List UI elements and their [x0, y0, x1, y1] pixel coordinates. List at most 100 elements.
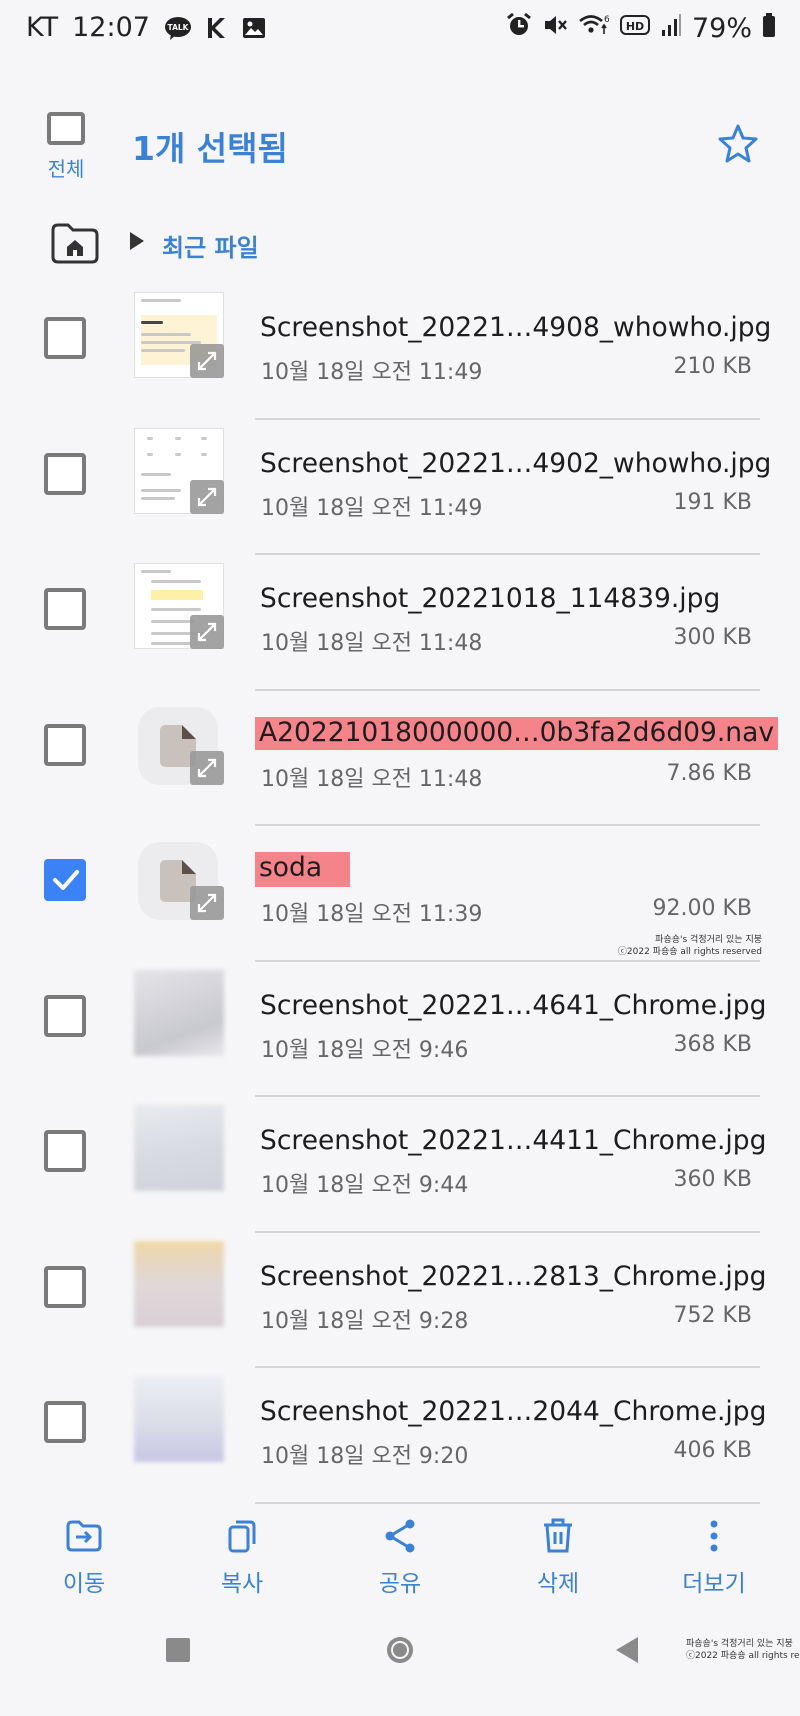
share-label: 공유	[378, 1571, 422, 1597]
select-all-label: 전체	[47, 157, 85, 181]
file-size: 210 KB	[673, 354, 752, 379]
file-size: 368 KB	[673, 1031, 752, 1057]
move-icon	[66, 1520, 102, 1552]
file-size: 360 KB	[673, 1167, 752, 1192]
kakaotalk-icon: TALK	[164, 15, 192, 41]
expand-preview-icon[interactable]	[190, 344, 224, 378]
more-button[interactable]: 더보기	[664, 1516, 764, 1598]
delete-button[interactable]: 삭제	[508, 1516, 608, 1598]
status-bar: KT 12:07 TALK 6 HD 79%	[0, 0, 800, 60]
watermark-line1: 파숑숑's 걱정거리 있는 지붕	[686, 1639, 793, 1649]
watermark-line1: 파숑숑's 걱정거리 있는 지붕	[655, 935, 762, 945]
copy-icon	[228, 1520, 256, 1553]
file-row[interactable]: Screenshot_20221…2813_Chrome.jpg 10월 18일…	[0, 1233, 800, 1368]
trash-icon	[544, 1518, 572, 1553]
file-row[interactable]: Screenshot_20221…4908_whowho.jpg 10월 18일…	[0, 284, 800, 420]
file-size: 92.00 KB	[652, 896, 753, 921]
clock: 12:07	[72, 12, 150, 43]
file-size: 406 KB	[673, 1438, 752, 1463]
file-row[interactable]: Screenshot_20221…4411_Chrome.jpg 10월 18일…	[0, 1097, 800, 1233]
file-checkbox[interactable]	[44, 588, 86, 630]
battery-icon	[762, 12, 776, 45]
share-button[interactable]: 공유	[350, 1516, 450, 1598]
recents-button[interactable]	[164, 1636, 192, 1668]
selected-count-title: 1개 선택됨	[132, 129, 288, 168]
file-thumbnail-blurred[interactable]	[134, 1105, 224, 1191]
expand-preview-icon[interactable]	[190, 615, 224, 649]
k-app-icon	[206, 16, 228, 40]
breadcrumb-arrow-icon	[128, 230, 146, 252]
move-button[interactable]: 이동	[34, 1516, 134, 1598]
file-checkbox[interactable]	[44, 317, 86, 359]
file-row[interactable]: A20221018000000…0b3fa2d6d09.nav 10월 18일 …	[0, 691, 800, 826]
status-right: 6 HD 79%	[506, 12, 776, 45]
gallery-icon	[242, 17, 266, 39]
home-button[interactable]	[384, 1634, 416, 1670]
file-checkbox[interactable]	[44, 452, 86, 495]
alarm-icon	[506, 12, 532, 45]
wifi-icon: 6	[578, 12, 610, 45]
file-checkbox[interactable]	[44, 1130, 86, 1172]
move-label: 이동	[62, 1571, 106, 1597]
file-row[interactable]: Screenshot_20221018_114839.jpg 10월 18일 오…	[0, 555, 800, 691]
delete-label: 삭제	[536, 1571, 580, 1597]
file-row[interactable]: Screenshot_20221…2044_Chrome.jpg 10월 18일…	[0, 1368, 800, 1504]
file-thumbnail-blurred[interactable]	[134, 1240, 224, 1327]
file-name: Screenshot_20221…4908_whowho.jpg	[260, 312, 772, 343]
carrier-label: KT	[26, 12, 59, 43]
select-all-box[interactable]	[47, 112, 85, 145]
file-checkbox[interactable]	[44, 1265, 86, 1308]
more-label: 더보기	[682, 1571, 746, 1597]
file-checkbox[interactable]	[44, 723, 86, 766]
file-date: 10월 18일 오전 11:48	[261, 766, 483, 792]
file-checkbox[interactable]	[44, 994, 86, 1037]
expand-preview-icon[interactable]	[190, 886, 224, 920]
select-all-checkbox[interactable]: 전체	[44, 112, 88, 182]
file-row[interactable]: Screenshot_20221…4902_whowho.jpg 10월 18일…	[0, 420, 800, 555]
file-name: A20221018000000…0b3fa2d6d09.nav	[255, 716, 779, 750]
hd-voice-icon: HD	[619, 13, 650, 44]
copy-label: 복사	[220, 1571, 264, 1597]
watermark-line2: ⓒ2022 파숑숑 all rights reserved	[617, 947, 762, 957]
breadcrumb-current[interactable]: 최근 파일	[162, 228, 259, 263]
file-name: Screenshot_20221…2044_Chrome.jpg	[260, 1396, 767, 1427]
file-date: 10월 18일 오전 9:44	[261, 1173, 469, 1198]
file-name: Screenshot_20221…2813_Chrome.jpg	[260, 1260, 767, 1292]
system-nav-bar: 파숑숑's 걱정거리 있는 지붕 ⓒ2022 파숑숑 all rights re…	[0, 1620, 800, 1716]
file-name: Screenshot_20221018_114839.jpg	[260, 583, 721, 614]
recents-icon	[166, 1638, 190, 1662]
file-date: 10월 18일 오전 9:20	[261, 1444, 469, 1469]
copy-button[interactable]: 복사	[192, 1516, 292, 1598]
file-size: 300 KB	[673, 625, 752, 650]
expand-preview-icon[interactable]	[190, 750, 224, 785]
svg-text:TALK: TALK	[167, 23, 189, 32]
watermark-bottom: 파숑숑's 걱정거리 있는 지붕 ⓒ2022 파숑숑 all rights re…	[686, 1638, 800, 1662]
status-left: KT 12:07 TALK	[26, 12, 266, 43]
svg-text:6: 6	[604, 15, 610, 25]
expand-preview-icon[interactable]	[190, 479, 224, 514]
file-name: soda	[255, 852, 351, 887]
file-name: Screenshot_20221…4411_Chrome.jpg	[260, 1125, 767, 1156]
mute-icon	[542, 12, 568, 45]
favorite-star-icon[interactable]	[716, 122, 760, 166]
svg-text:HD: HD	[626, 20, 644, 33]
file-checkbox-checked[interactable]	[44, 859, 86, 901]
file-checkbox[interactable]	[44, 1401, 86, 1443]
back-triangle-icon	[616, 1637, 638, 1663]
file-row[interactable]: Screenshot_20221…4641_Chrome.jpg 10월 18일…	[0, 962, 800, 1097]
file-size: 191 KB	[673, 489, 752, 515]
back-button[interactable]	[612, 1634, 640, 1670]
file-date: 10월 18일 오전 11:48	[261, 631, 483, 656]
file-date: 10월 18일 오전 11:49	[261, 360, 483, 385]
file-thumbnail-blurred[interactable]	[134, 969, 224, 1056]
file-list: Screenshot_20221…4908_whowho.jpg 10월 18일…	[0, 284, 800, 1504]
home-folder-icon[interactable]	[50, 222, 100, 264]
watermark: 파숑숑's 걱정거리 있는 지붕 ⓒ2022 파숑숑 all rights re…	[618, 934, 762, 958]
file-date: 10월 18일 오전 9:28	[261, 1308, 469, 1334]
file-size: 752 KB	[673, 1302, 752, 1328]
signal-icon	[660, 12, 682, 45]
file-name: Screenshot_20221…4641_Chrome.jpg	[260, 989, 767, 1021]
file-thumbnail-blurred[interactable]	[134, 1376, 224, 1462]
file-date: 10월 18일 오전 9:46	[261, 1037, 469, 1063]
file-row[interactable]: soda 10월 18일 오전 11:39 92.00 KB 파숑숑's 걱정거…	[0, 826, 800, 962]
